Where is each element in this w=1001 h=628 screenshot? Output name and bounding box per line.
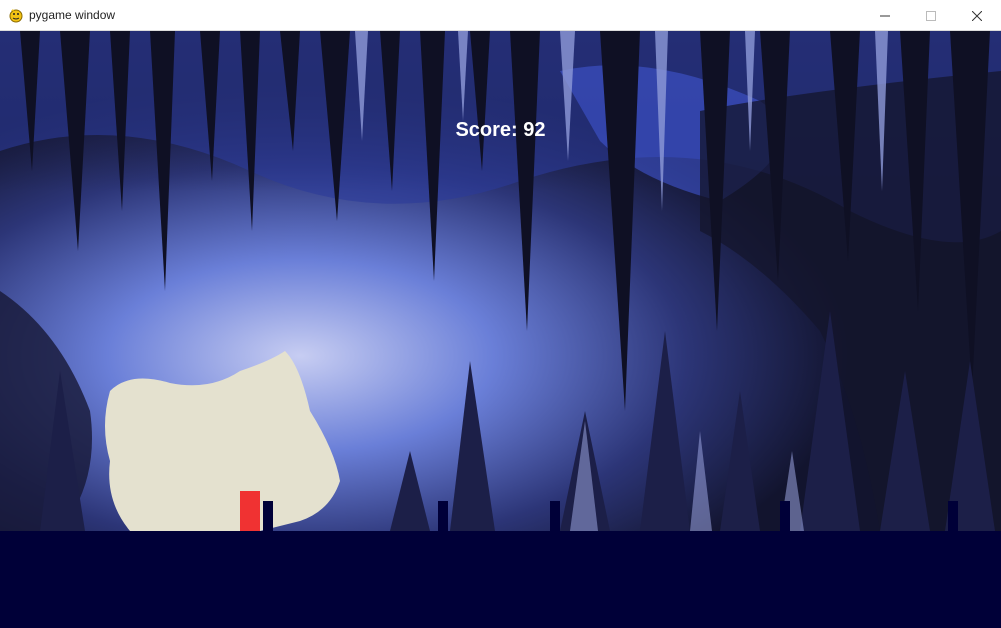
obstacle	[550, 501, 560, 531]
ground	[0, 531, 1001, 628]
obstacle	[780, 501, 790, 531]
maximize-icon	[926, 10, 936, 21]
cave-background	[0, 31, 1001, 531]
score-label: Score: 92	[455, 119, 546, 141]
game-canvas[interactable]: Score: 92	[0, 31, 1001, 628]
obstacle	[263, 501, 273, 531]
obstacle	[948, 501, 958, 531]
python-snake-icon	[8, 7, 24, 23]
maximize-button[interactable]	[908, 0, 954, 31]
close-button[interactable]	[954, 0, 1000, 31]
close-icon	[972, 10, 982, 21]
window-title: pygame window	[29, 8, 116, 22]
minimize-button[interactable]	[862, 0, 908, 31]
obstacle	[438, 501, 448, 531]
window-titlebar[interactable]: pygame window	[0, 0, 1001, 31]
minimize-icon	[880, 15, 890, 16]
player-block	[240, 491, 260, 531]
